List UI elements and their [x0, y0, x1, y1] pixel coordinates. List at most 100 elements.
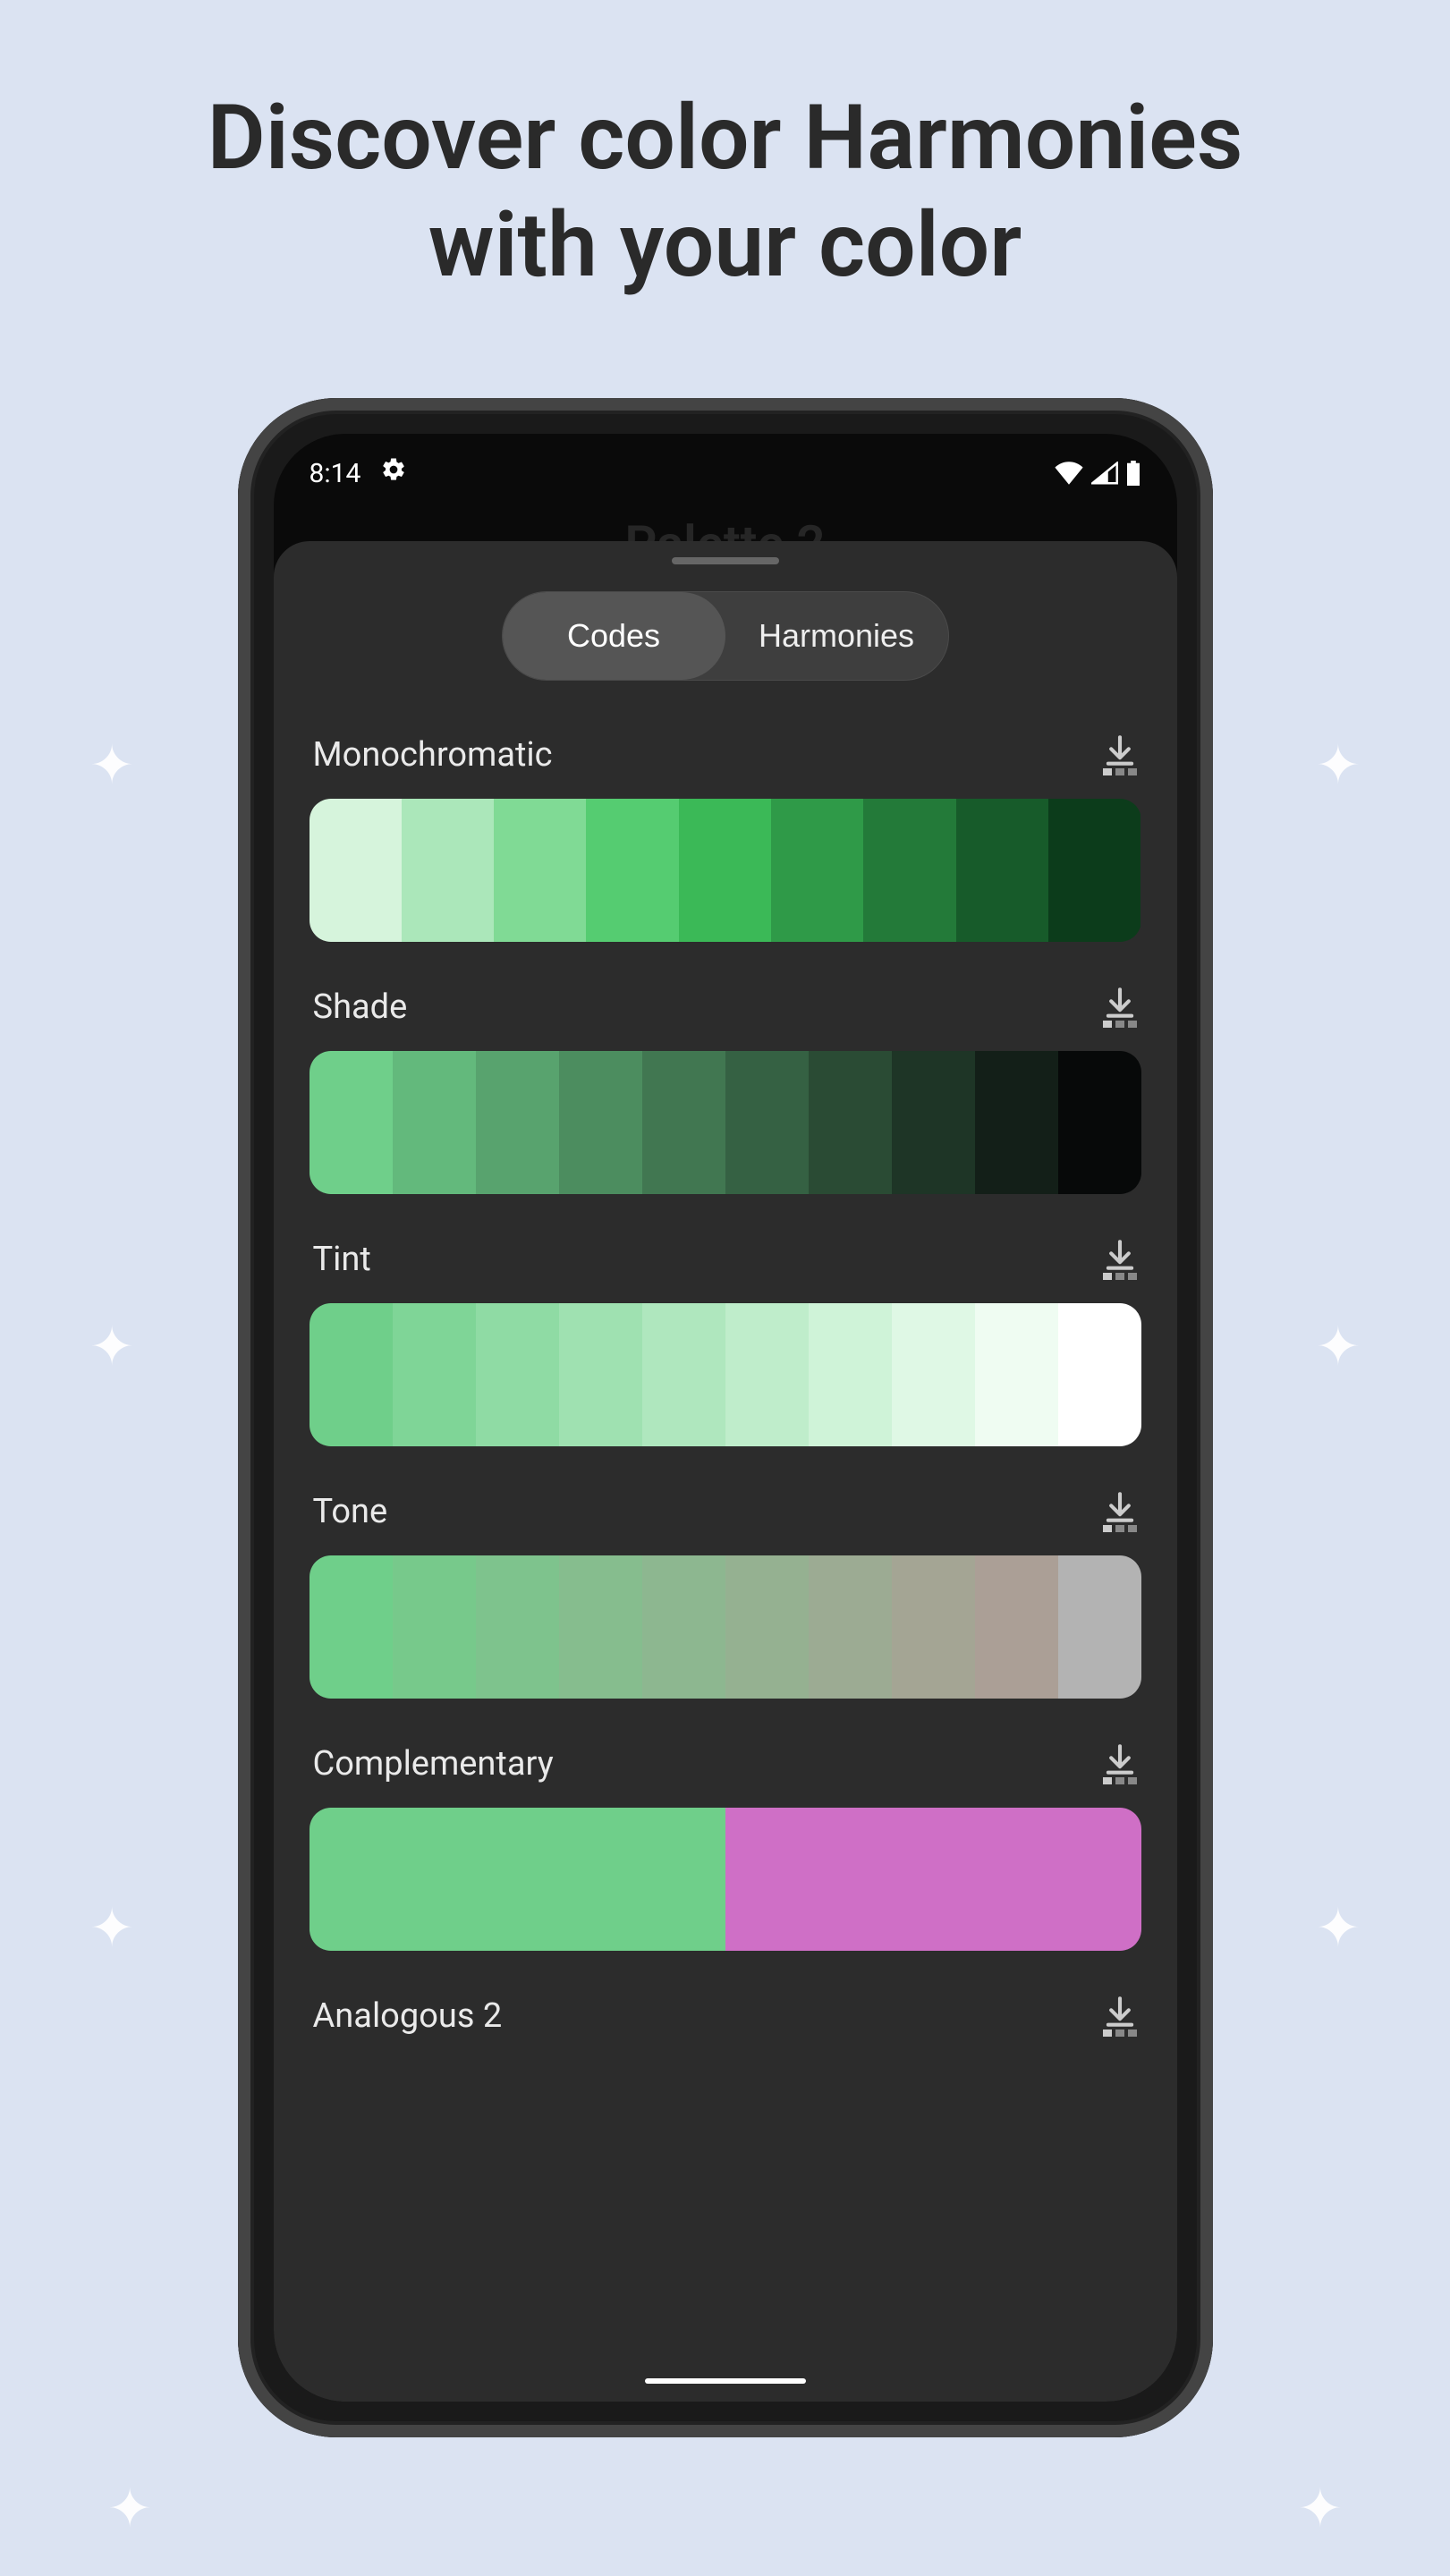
color-cell[interactable]: [476, 1303, 559, 1446]
color-cell[interactable]: [956, 799, 1048, 942]
sparkle-icon: ✦: [1298, 2477, 1343, 2540]
sparkle-icon: ✦: [1316, 1896, 1361, 1960]
harmony-header: Shade: [310, 987, 1141, 1028]
tab-codes[interactable]: Codes: [503, 592, 725, 680]
color-cell[interactable]: [1058, 1303, 1141, 1446]
color-cell[interactable]: [809, 1555, 892, 1699]
download-icon: [1102, 1239, 1138, 1271]
download-icon: [1102, 1996, 1138, 2028]
color-cell[interactable]: [975, 1555, 1058, 1699]
download-dots-icon: [1103, 2029, 1137, 2037]
harmony-section: Complementary: [310, 1743, 1141, 1951]
harmony-label: Tone: [313, 1492, 388, 1531]
harmony-header: Tint: [310, 1239, 1141, 1280]
download-icon: [1102, 1491, 1138, 1523]
color-cell[interactable]: [892, 1051, 975, 1194]
color-cell[interactable]: [975, 1303, 1058, 1446]
download-button[interactable]: [1102, 1996, 1138, 2037]
download-icon: [1102, 734, 1138, 767]
color-swatch[interactable]: [310, 1303, 1141, 1446]
color-cell[interactable]: [559, 1555, 642, 1699]
sparkle-icon: ✦: [89, 1315, 134, 1378]
color-cell[interactable]: [310, 799, 402, 942]
color-cell[interactable]: [559, 1051, 642, 1194]
harmony-label: Tint: [313, 1240, 371, 1279]
status-icons: [1054, 461, 1141, 486]
harmony-label: Analogous 2: [313, 1996, 503, 2036]
download-button[interactable]: [1102, 1239, 1138, 1280]
color-cell[interactable]: [559, 1303, 642, 1446]
color-cell[interactable]: [975, 1051, 1058, 1194]
color-cell[interactable]: [310, 1051, 393, 1194]
download-dots-icon: [1103, 768, 1137, 775]
color-cell[interactable]: [809, 1051, 892, 1194]
color-cell[interactable]: [310, 1808, 725, 1951]
promo-line2: with your color: [428, 193, 1022, 298]
color-cell[interactable]: [393, 1051, 476, 1194]
harmony-section: Tint: [310, 1239, 1141, 1446]
harmony-list[interactable]: Monochromatic Shade Tint Tone Complementary A…: [274, 734, 1177, 2398]
color-cell[interactable]: [1048, 799, 1140, 942]
color-cell[interactable]: [809, 1303, 892, 1446]
nav-bar-indicator: [645, 2378, 806, 2384]
sparkle-icon: ✦: [1316, 733, 1361, 797]
sparkle-icon: ✦: [107, 2477, 152, 2540]
color-cell[interactable]: [310, 1555, 393, 1699]
download-icon: [1102, 1743, 1138, 1775]
color-cell[interactable]: [476, 1555, 559, 1699]
color-cell[interactable]: [642, 1051, 725, 1194]
phone-frame: 8:14 Palette 2 Codes Harmonies Monochrom…: [238, 398, 1213, 2437]
color-cell[interactable]: [642, 1555, 725, 1699]
color-cell[interactable]: [892, 1303, 975, 1446]
color-cell[interactable]: [393, 1303, 476, 1446]
color-cell[interactable]: [642, 1303, 725, 1446]
harmony-label: Complementary: [313, 1744, 554, 1784]
color-swatch[interactable]: [310, 1051, 1141, 1194]
color-cell[interactable]: [1058, 1051, 1141, 1194]
color-cell[interactable]: [393, 1555, 476, 1699]
sparkle-icon: ✦: [89, 1896, 134, 1960]
harmony-header: Complementary: [310, 1743, 1141, 1784]
status-bar: 8:14: [274, 434, 1177, 505]
phone-screen: 8:14 Palette 2 Codes Harmonies Monochrom…: [274, 434, 1177, 2402]
download-dots-icon: [1103, 1273, 1137, 1280]
download-button[interactable]: [1102, 1491, 1138, 1532]
color-swatch[interactable]: [310, 1555, 1141, 1699]
wifi-icon: [1054, 462, 1084, 485]
gear-icon: [380, 456, 407, 490]
sparkle-icon: ✦: [1316, 1315, 1361, 1378]
color-cell[interactable]: [725, 1051, 809, 1194]
download-button[interactable]: [1102, 1743, 1138, 1784]
harmony-header: Analogous 2: [310, 1996, 1141, 2037]
download-dots-icon: [1103, 1021, 1137, 1028]
color-cell[interactable]: [310, 1303, 393, 1446]
color-cell[interactable]: [863, 799, 955, 942]
harmony-section: Shade: [310, 987, 1141, 1194]
color-cell[interactable]: [725, 1808, 1141, 1951]
download-button[interactable]: [1102, 987, 1138, 1028]
download-button[interactable]: [1102, 734, 1138, 775]
color-cell[interactable]: [725, 1555, 809, 1699]
color-cell[interactable]: [771, 799, 863, 942]
color-cell[interactable]: [476, 1051, 559, 1194]
harmony-header: Monochromatic: [310, 734, 1141, 775]
download-dots-icon: [1103, 1777, 1137, 1784]
color-cell[interactable]: [679, 799, 771, 942]
harmony-label: Shade: [313, 987, 408, 1027]
sheet-handle-icon[interactable]: [672, 557, 779, 564]
color-cell[interactable]: [725, 1303, 809, 1446]
color-cell[interactable]: [892, 1555, 975, 1699]
color-cell[interactable]: [586, 799, 678, 942]
color-cell[interactable]: [402, 799, 494, 942]
tab-harmonies[interactable]: Harmonies: [725, 592, 948, 680]
harmony-section: Tone: [310, 1491, 1141, 1699]
color-cell[interactable]: [494, 799, 586, 942]
signal-icon: [1091, 462, 1118, 485]
color-swatch[interactable]: [310, 1808, 1141, 1951]
color-cell[interactable]: [1058, 1555, 1141, 1699]
status-time: 8:14: [310, 458, 361, 489]
download-dots-icon: [1103, 1525, 1137, 1532]
bottom-sheet: Codes Harmonies Monochromatic Shade Tint To…: [274, 541, 1177, 2402]
promo-line1: Discover color Harmonies: [208, 86, 1243, 191]
color-swatch[interactable]: [310, 799, 1141, 942]
